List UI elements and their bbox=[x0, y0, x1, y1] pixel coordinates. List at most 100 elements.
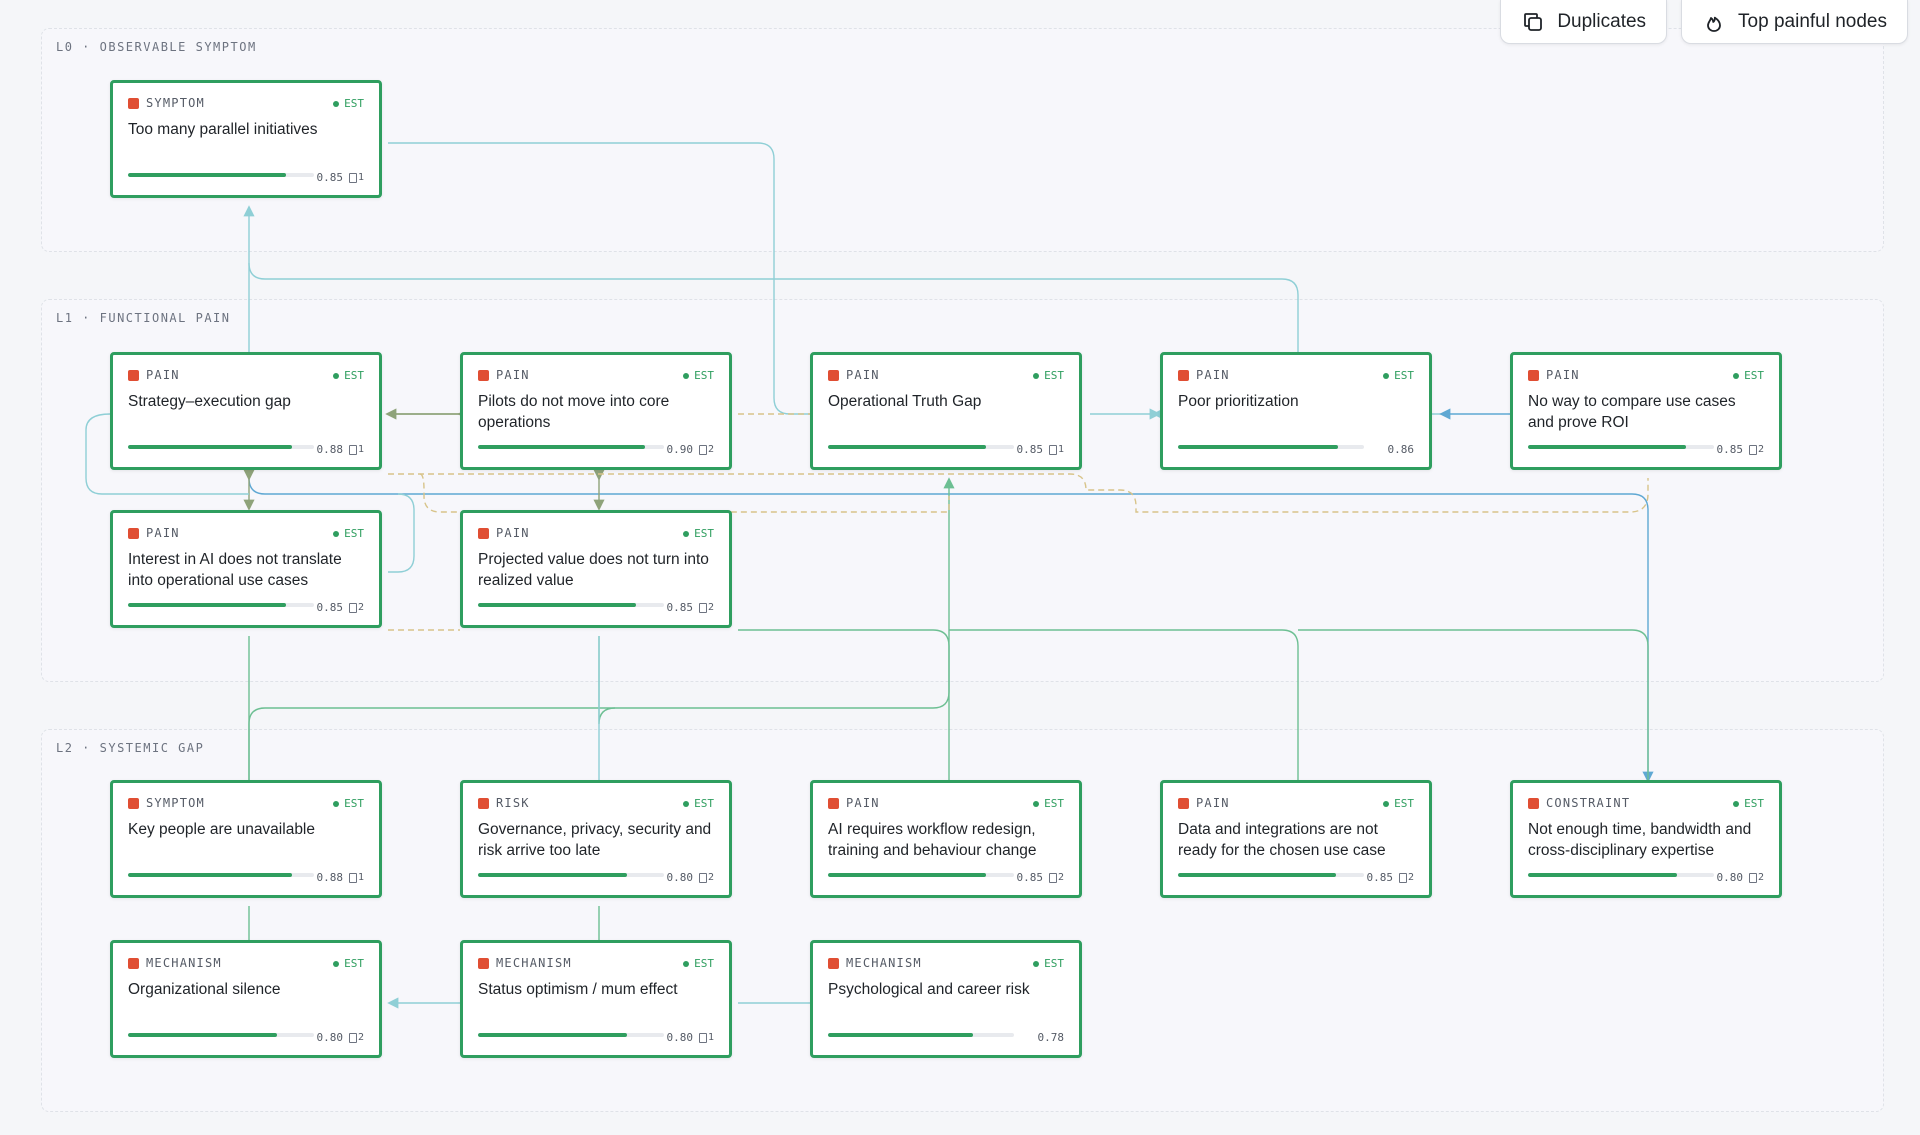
node-type: SYMPTOM bbox=[128, 96, 205, 110]
score-bar-fill bbox=[828, 1033, 974, 1037]
score-value: 0.85 bbox=[1016, 443, 1043, 456]
evidence-count: 1 bbox=[707, 1032, 714, 1043]
status-badge-label: EST bbox=[344, 797, 364, 810]
node-type-label: PAIN bbox=[496, 526, 530, 540]
node-type: PAIN bbox=[828, 368, 880, 382]
graph-node-interest-in-ai[interactable]: PAIN EST Interest in AI does not translate… bbox=[110, 510, 382, 628]
node-type: PAIN bbox=[128, 368, 180, 382]
node-type-label: MECHANISM bbox=[146, 956, 222, 970]
node-title: Data and integrations are not ready for … bbox=[1178, 821, 1386, 859]
score-bar bbox=[478, 873, 664, 877]
node-title: Too many parallel initiatives bbox=[128, 121, 318, 138]
status-dot-icon bbox=[1033, 372, 1040, 379]
status-badge-label: EST bbox=[1044, 369, 1064, 382]
score-bar-fill bbox=[478, 603, 637, 607]
evidence-count: 2 bbox=[707, 602, 714, 613]
node-meta: 0.80 2 bbox=[316, 1031, 364, 1044]
graph-node-no-way-to-compare[interactable]: PAIN EST No way to compare use cases and p… bbox=[1510, 352, 1782, 470]
node-title: Projected value does not turn into reali… bbox=[478, 551, 709, 589]
status-dot-icon bbox=[1383, 372, 1390, 379]
status-dot-icon bbox=[683, 800, 690, 807]
node-type-label: MECHANISM bbox=[846, 956, 922, 970]
evidence-count: 2 bbox=[357, 602, 364, 613]
graph-node-status-optimism[interactable]: MECHANISM EST Status optimism / mum effect… bbox=[460, 940, 732, 1058]
status-dot-icon bbox=[333, 372, 340, 379]
node-type-label: PAIN bbox=[146, 526, 180, 540]
evidence-count: 1 bbox=[357, 444, 364, 455]
duplicates-label: Duplicates bbox=[1557, 10, 1647, 32]
status-badge-label: EST bbox=[344, 97, 364, 110]
graph-node-strategy-execution-gap[interactable]: PAIN EST Strategy–execution gap 0.88 1 bbox=[110, 352, 382, 470]
score-bar-fill bbox=[828, 873, 987, 877]
evidence-count: 1 bbox=[357, 172, 364, 183]
node-type-label: SYMPTOM bbox=[146, 796, 205, 810]
evidence-count: 2 bbox=[1757, 444, 1764, 455]
type-marker-icon bbox=[1178, 369, 1189, 381]
evidence-doc-icon: 1 bbox=[1048, 444, 1064, 455]
status-badge-label: EST bbox=[344, 527, 364, 540]
score-bar-fill bbox=[128, 173, 287, 177]
evidence-doc-icon: 1 bbox=[348, 444, 364, 455]
score-bar bbox=[828, 445, 1014, 449]
status-badge: EST bbox=[1033, 957, 1064, 970]
node-title: Operational Truth Gap bbox=[828, 393, 982, 410]
graph-node-operational-truth-gap[interactable]: PAIN EST Operational Truth Gap 0.85 1 bbox=[810, 352, 1082, 470]
status-dot-icon bbox=[1733, 372, 1740, 379]
status-dot-icon bbox=[1033, 960, 1040, 967]
status-badge-label: EST bbox=[1394, 797, 1414, 810]
graph-node-psychological-career-risk[interactable]: MECHANISM EST Psychological and career ris… bbox=[810, 940, 1082, 1058]
score-value: 0.85 bbox=[1716, 443, 1743, 456]
status-dot-icon bbox=[683, 372, 690, 379]
type-marker-icon bbox=[1528, 797, 1539, 809]
score-bar bbox=[128, 173, 314, 177]
graph-node-pilots-do-not-move[interactable]: PAIN EST Pilots do not move into core oper… bbox=[460, 352, 732, 470]
score-bar-fill bbox=[1528, 445, 1687, 449]
graph-node-not-enough-time[interactable]: CONSTRAINT EST Not enough time, bandwidth … bbox=[1510, 780, 1782, 898]
graph-node-ai-requires-workflow[interactable]: PAIN EST AI requires workflow redesign, tr… bbox=[810, 780, 1082, 898]
score-value: 0.90 bbox=[666, 443, 693, 456]
status-badge: EST bbox=[333, 797, 364, 810]
graph-node-projected-value[interactable]: PAIN EST Projected value does not turn int… bbox=[460, 510, 732, 628]
type-marker-icon bbox=[828, 797, 839, 809]
node-meta: 0.85 2 bbox=[1716, 443, 1764, 456]
status-badge: EST bbox=[1033, 797, 1064, 810]
score-bar bbox=[828, 873, 1014, 877]
node-title: Organizational silence bbox=[128, 981, 281, 998]
score-value: 0.78 bbox=[1037, 1031, 1065, 1044]
score-bar-fill bbox=[128, 873, 292, 877]
graph-node-too-many-parallel-initiatives[interactable]: SYMPTOM EST Too many parallel initiatives 0… bbox=[110, 80, 382, 198]
node-meta: 0.90 2 bbox=[666, 443, 714, 456]
node-type: PAIN bbox=[1178, 796, 1230, 810]
score-bar bbox=[128, 445, 314, 449]
score-bar bbox=[828, 1033, 1014, 1037]
node-type-label: PAIN bbox=[1546, 368, 1580, 382]
evidence-count: 1 bbox=[357, 872, 364, 883]
status-badge: EST bbox=[1733, 369, 1764, 382]
graph-node-governance-privacy[interactable]: RISK EST Governance, privacy, security and… bbox=[460, 780, 732, 898]
status-badge-label: EST bbox=[694, 957, 714, 970]
evidence-doc-icon: 1 bbox=[698, 1032, 714, 1043]
graph-node-data-integrations[interactable]: PAIN EST Data and integrations are not rea… bbox=[1160, 780, 1432, 898]
status-badge: EST bbox=[683, 527, 714, 540]
top-painful-nodes-label: Top painful nodes bbox=[1738, 10, 1887, 32]
toolbar: Duplicates Top painful nodes bbox=[1500, 0, 1908, 44]
status-dot-icon bbox=[1383, 800, 1390, 807]
score-value: 0.85 bbox=[316, 601, 343, 614]
node-meta: 0.85 1 bbox=[316, 171, 364, 184]
layer-label-l1: L1 · FUNCTIONAL PAIN bbox=[56, 311, 231, 325]
top-painful-nodes-button[interactable]: Top painful nodes bbox=[1681, 0, 1908, 44]
score-value: 0.85 bbox=[1016, 871, 1043, 884]
node-meta: 0.88 1 bbox=[316, 871, 364, 884]
node-title: AI requires workflow redesign, training … bbox=[828, 821, 1037, 859]
graph-canvas[interactable]: L0 · OBSERVABLE SYMPTOM L1 · FUNCTIONAL … bbox=[0, 0, 1920, 1135]
status-dot-icon bbox=[333, 960, 340, 967]
score-bar-fill bbox=[478, 1033, 627, 1037]
score-bar bbox=[1178, 873, 1364, 877]
duplicates-button[interactable]: Duplicates bbox=[1500, 0, 1668, 44]
graph-node-poor-prioritization[interactable]: PAIN EST Poor prioritization 0.86 bbox=[1160, 352, 1432, 470]
graph-node-key-people-unavailable[interactable]: SYMPTOM EST Key people are unavailable 0.88… bbox=[110, 780, 382, 898]
node-meta: 0.80 2 bbox=[666, 871, 714, 884]
node-type-label: PAIN bbox=[496, 368, 530, 382]
score-bar-fill bbox=[128, 603, 287, 607]
graph-node-organizational-silence[interactable]: MECHANISM EST Organizational silence 0.80 2 bbox=[110, 940, 382, 1058]
